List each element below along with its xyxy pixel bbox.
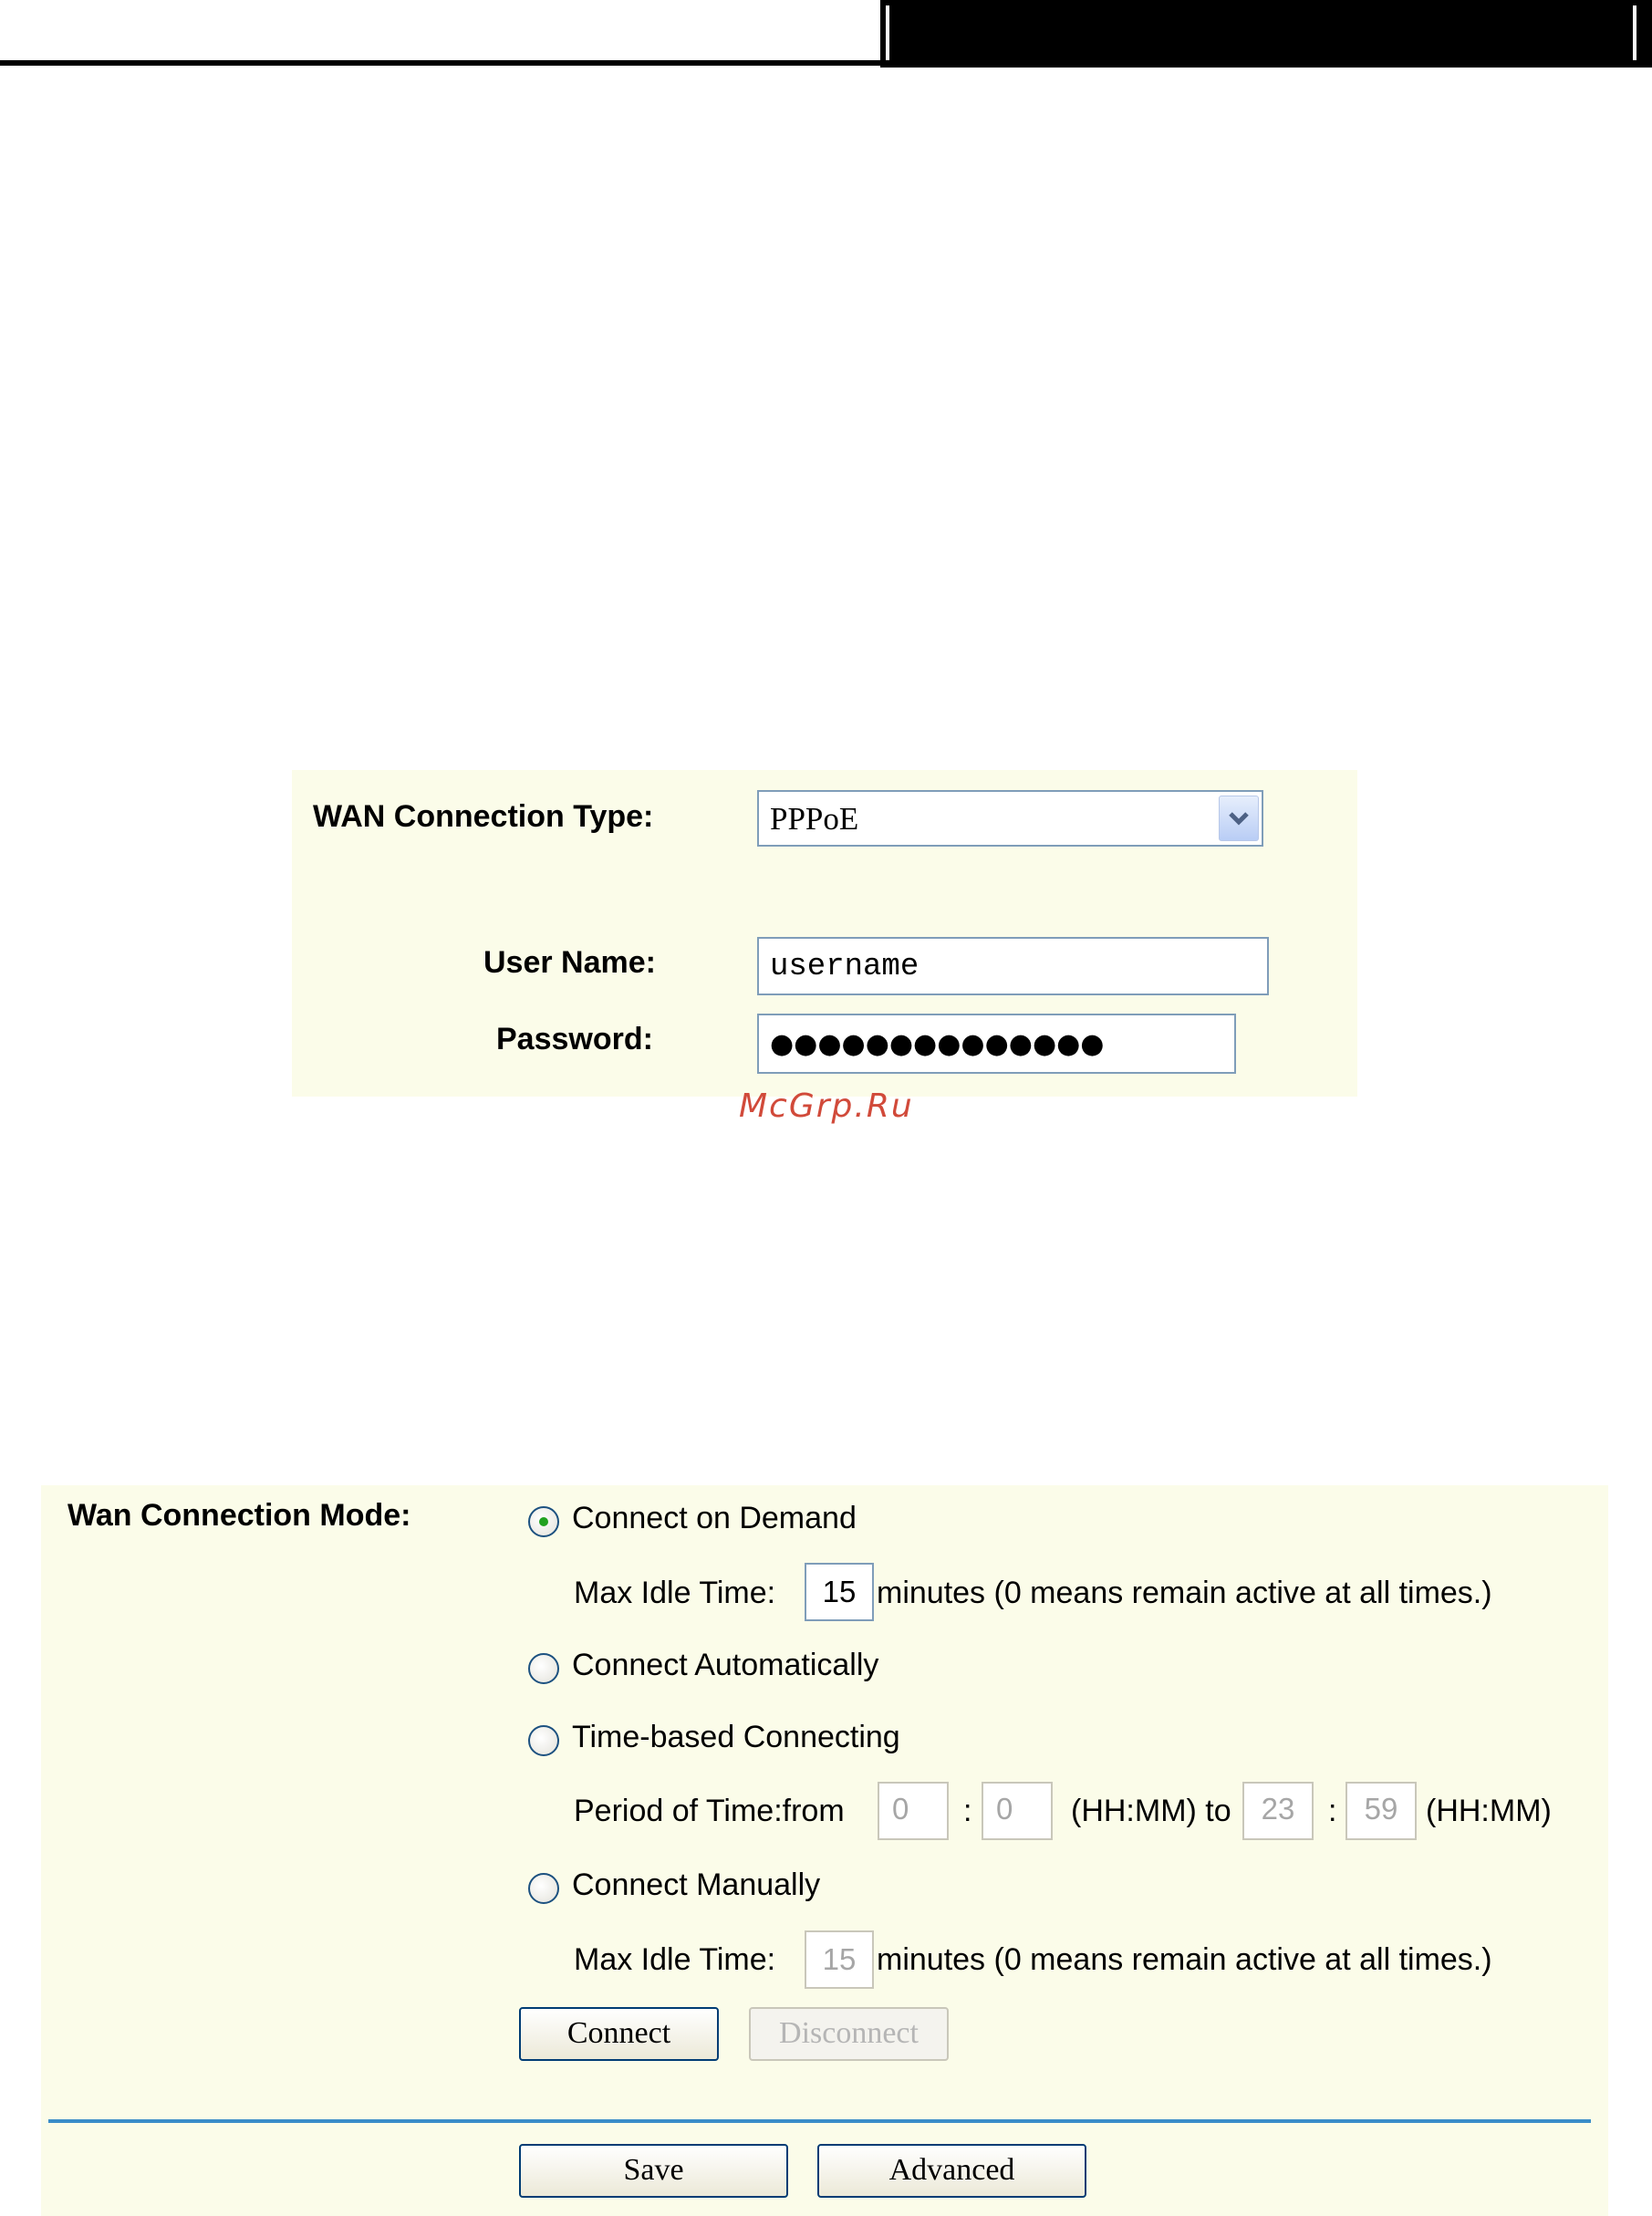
connect-automatically-radio[interactable] [528,1653,559,1684]
demand-max-idle-label: Max Idle Time: [574,1576,776,1610]
chevron-down-icon [1229,812,1249,826]
disconnect-button-label: Disconnect [779,2016,919,2050]
to-hour-input[interactable]: 23 [1242,1782,1314,1840]
connect-manually-label[interactable]: Connect Manually [572,1867,820,1903]
manual-max-idle-suffix: minutes (0 means remain active at all ti… [877,1942,1492,1977]
to-minute-input[interactable]: 59 [1345,1782,1417,1840]
period-end-text: (HH:MM) [1426,1794,1552,1828]
radio-selected-dot [539,1517,548,1526]
wan-connection-type-select[interactable]: PPPoE [757,790,1263,847]
user-name-value: username [770,950,920,984]
connect-on-demand-label[interactable]: Connect on Demand [572,1501,857,1536]
connect-on-demand-radio[interactable] [528,1506,559,1537]
period-mid-text: (HH:MM) to [1071,1794,1231,1828]
manual-max-idle-input[interactable]: 15 [805,1930,874,1989]
manual-max-idle-value: 15 [822,1942,857,1976]
connect-automatically-label[interactable]: Connect Automatically [572,1648,878,1683]
header-bar-left-notch [886,5,899,60]
time-based-connecting-label[interactable]: Time-based Connecting [572,1720,900,1755]
to-minute-value: 59 [1364,1792,1398,1826]
password-value: ●●●●●●●●●●●●●● [770,1028,1105,1060]
watermark-text: McGrp.Ru [739,1087,914,1125]
demand-max-idle-value: 15 [822,1575,857,1608]
user-name-label: User Name: [483,945,656,980]
to-hour-value: 23 [1261,1792,1295,1826]
user-name-input[interactable]: username [757,937,1269,995]
password-label: Password: [496,1022,653,1056]
connect-manually-radio[interactable] [528,1873,559,1904]
connect-button-label: Connect [566,2016,671,2050]
demand-max-idle-input[interactable]: 15 [805,1563,874,1621]
time-based-connecting-radio[interactable] [528,1725,559,1756]
header-black-bar [880,0,1652,68]
header-rule [0,60,880,66]
disconnect-button[interactable]: Disconnect [749,2007,949,2061]
time-separator-2: : [1328,1794,1337,1828]
wan-connection-type-label: WAN Connection Type: [313,799,654,834]
dropdown-button[interactable] [1219,796,1259,841]
header-bar-right-notch [1624,5,1636,60]
from-hour-input[interactable]: 0 [878,1782,949,1840]
from-minute-input[interactable]: 0 [982,1782,1053,1840]
save-button-label: Save [623,2153,684,2187]
manual-max-idle-label: Max Idle Time: [574,1942,776,1977]
period-of-time-label: Period of Time:from [574,1794,845,1828]
advanced-button-label: Advanced [888,2153,1015,2187]
from-minute-value: 0 [996,1792,1013,1826]
demand-max-idle-suffix: minutes (0 means remain active at all ti… [877,1576,1492,1610]
wan-connection-mode-label: Wan Connection Mode: [68,1498,411,1533]
connect-button[interactable]: Connect [519,2007,719,2061]
from-hour-value: 0 [892,1792,909,1826]
time-separator: : [963,1794,972,1828]
wan-connection-type-value: PPPoE [770,801,859,837]
password-input[interactable]: ●●●●●●●●●●●●●● [757,1014,1236,1074]
section-divider [48,2119,1591,2123]
wan-connection-form: WAN Connection Type: PPPoE User Name: us… [292,770,1357,1097]
save-button[interactable]: Save [519,2144,788,2198]
advanced-button[interactable]: Advanced [817,2144,1086,2198]
